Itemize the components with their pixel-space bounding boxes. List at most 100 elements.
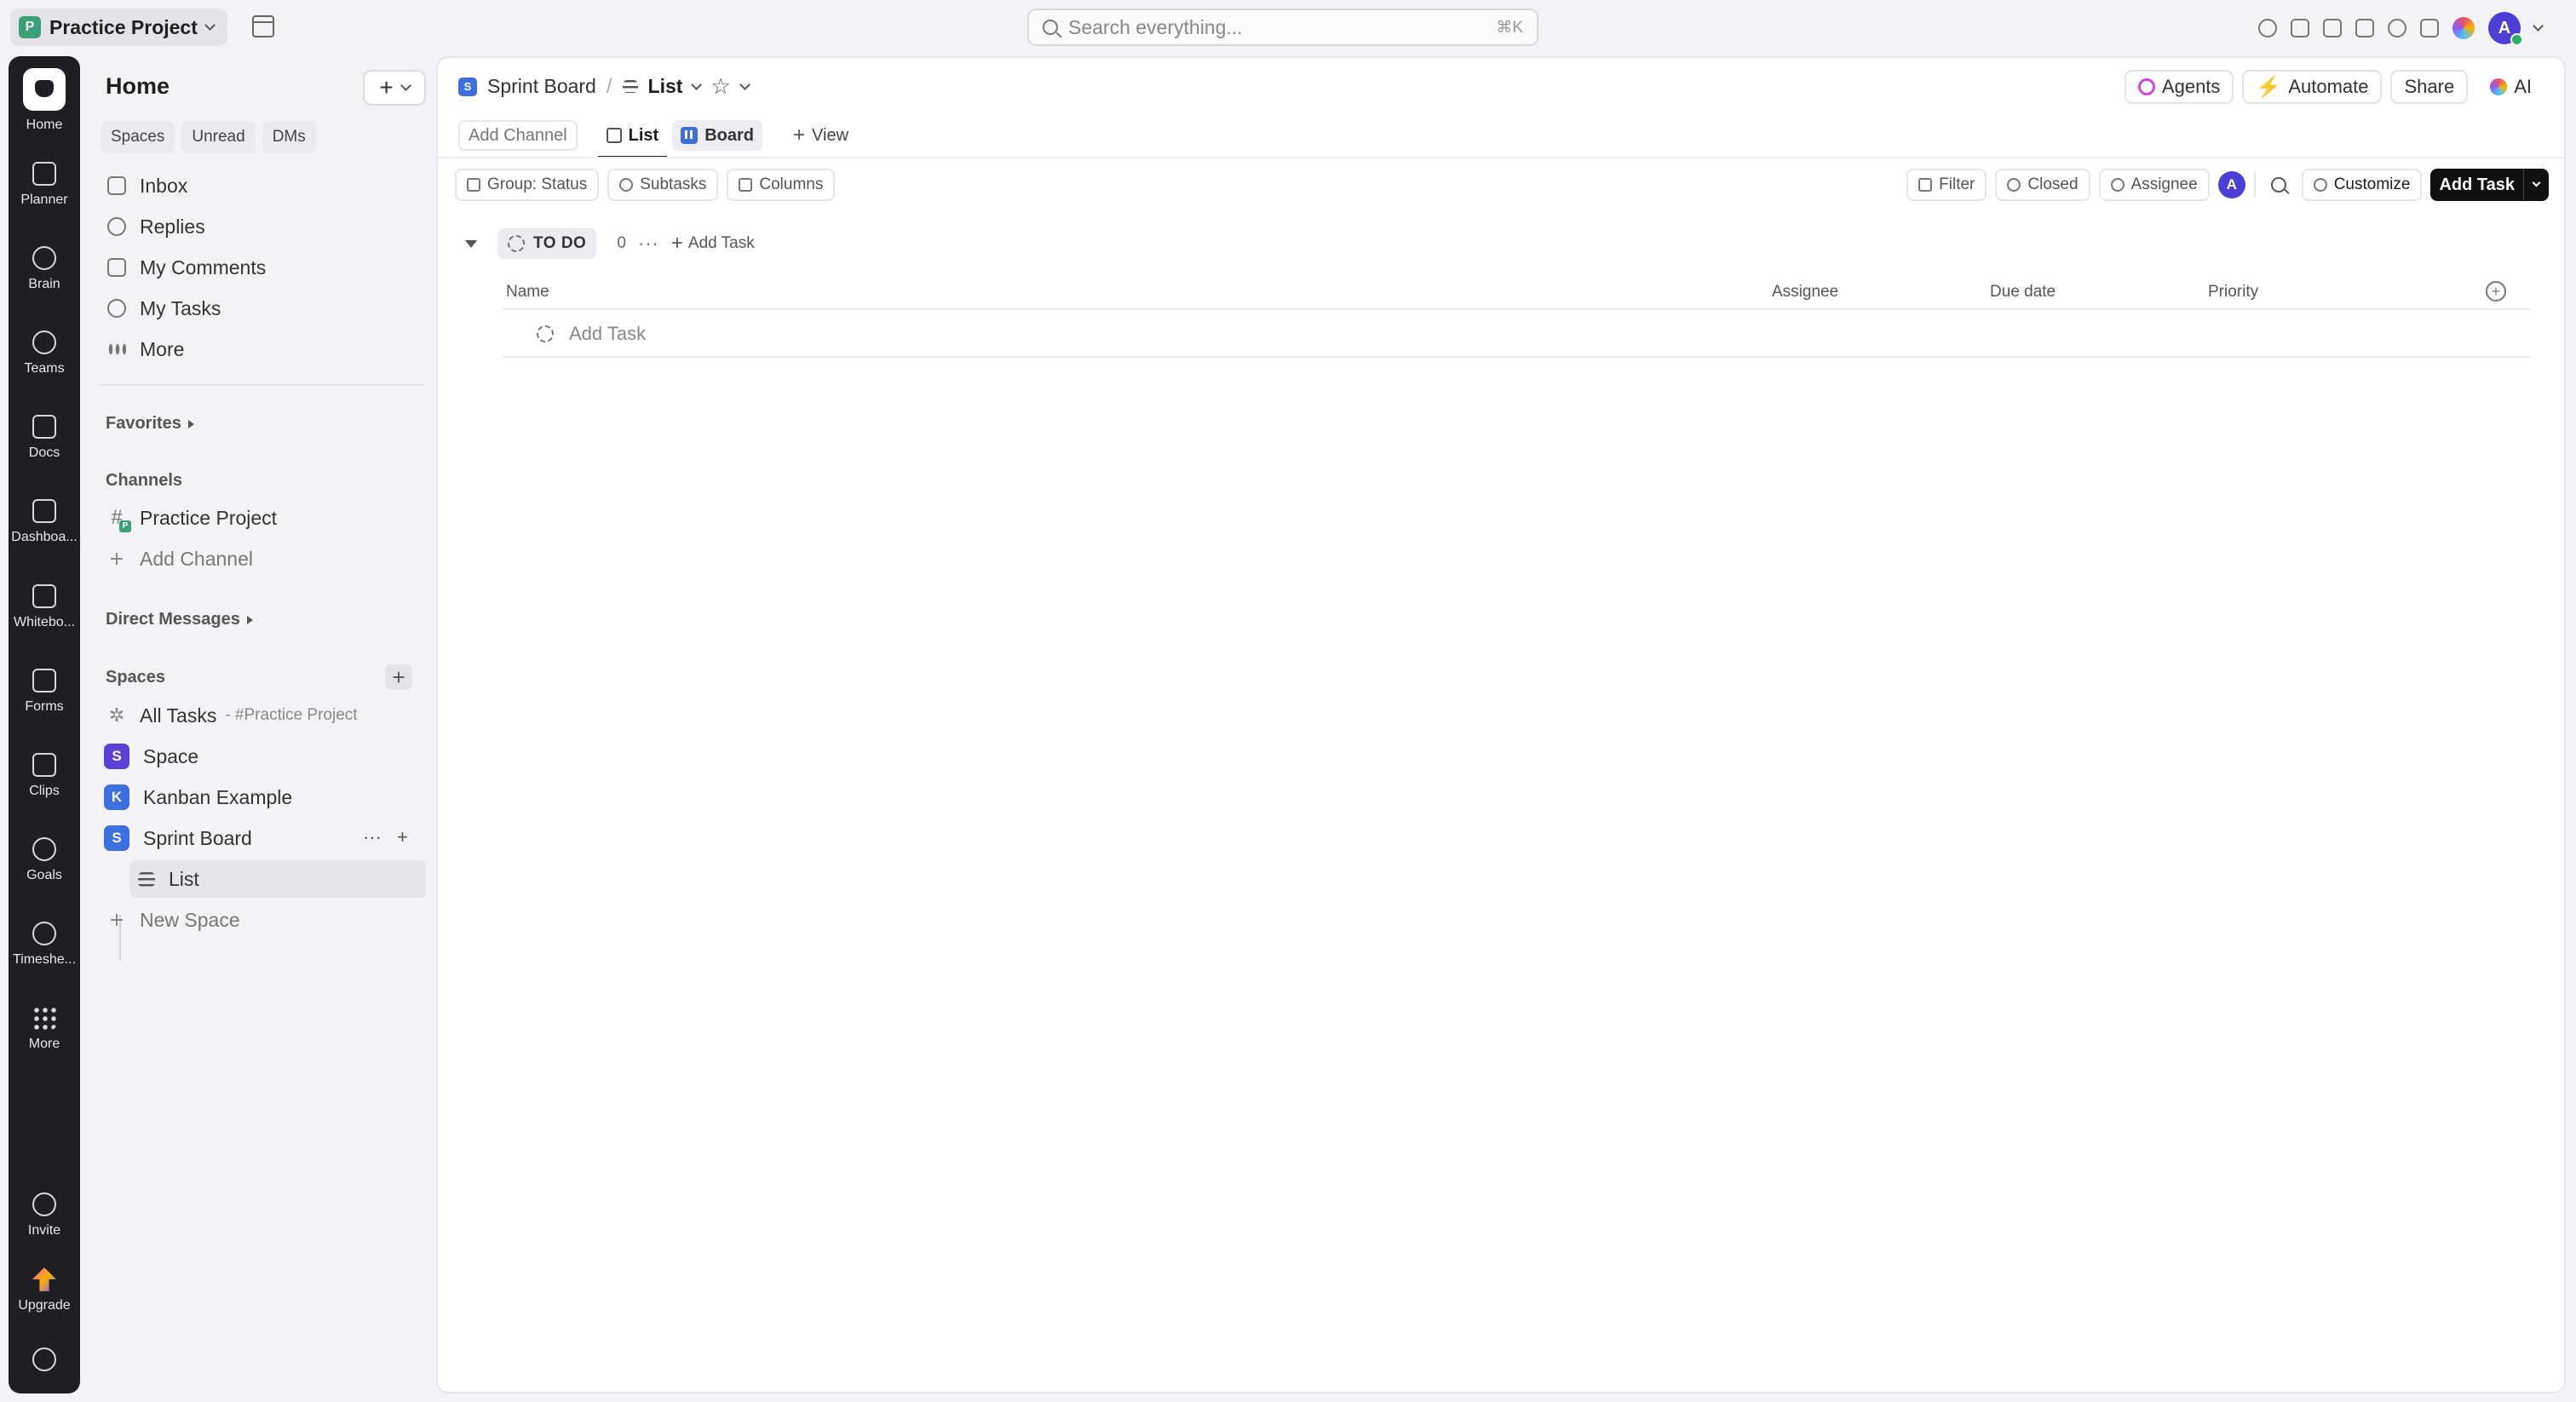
- tab-list-view[interactable]: List: [597, 120, 668, 158]
- new-space-item[interactable]: New Space: [99, 901, 426, 939]
- assignee-avatar[interactable]: A: [2217, 171, 2245, 198]
- top-icon-group: A: [2258, 12, 2544, 46]
- channel-item-practice-project[interactable]: # Practice Project: [99, 499, 426, 537]
- sidebar-item-all-tasks[interactable]: ✲ All Tasks - #Practice Project: [99, 697, 426, 734]
- rail-item-whiteboards[interactable]: Whitebo...: [9, 584, 80, 630]
- tab-board-view[interactable]: Board: [672, 120, 763, 151]
- rail-item-goals[interactable]: Goals: [9, 837, 80, 883]
- list-label: List: [169, 867, 199, 890]
- sidebar-item-label: My Comments: [140, 256, 267, 279]
- agents-button[interactable]: Agents: [2124, 70, 2234, 104]
- chevron-down-icon[interactable]: [2533, 20, 2544, 32]
- home-icon: [23, 68, 66, 111]
- sidebar-item-list[interactable]: List: [129, 860, 426, 898]
- tab-spaces[interactable]: Spaces: [101, 121, 175, 153]
- closed-button[interactable]: Closed: [1995, 169, 2090, 201]
- notepad-icon[interactable]: [2323, 19, 2342, 37]
- star-icon[interactable]: ☆: [710, 73, 730, 100]
- columns-button[interactable]: Columns: [727, 169, 836, 201]
- video-icon[interactable]: [2355, 19, 2374, 37]
- rail-label: Timeshe...: [12, 952, 77, 967]
- chevron-down-icon[interactable]: [691, 78, 703, 90]
- add-task-button[interactable]: Add Task: [2430, 169, 2549, 201]
- column-due-date[interactable]: Due date: [1990, 283, 2056, 302]
- breadcrumb-separator: /: [606, 74, 612, 98]
- add-view-button[interactable]: + View: [785, 120, 857, 151]
- add-channel-item[interactable]: Add Channel: [99, 540, 426, 577]
- rail-item-upgrade[interactable]: Upgrade: [9, 1267, 80, 1313]
- group-by-status-button[interactable]: Group: Status: [455, 169, 600, 201]
- spaces-header: Spaces: [106, 668, 165, 687]
- more-dots-icon[interactable]: ···: [638, 233, 659, 255]
- add-space-button[interactable]: +: [385, 664, 412, 690]
- calendar-icon: [32, 162, 56, 186]
- sidebar-item-my-comments[interactable]: My Comments: [99, 249, 426, 286]
- automate-label: Automate: [2288, 76, 2369, 97]
- column-priority[interactable]: Priority: [2208, 283, 2258, 302]
- column-assignee[interactable]: Assignee: [1772, 283, 1838, 302]
- breadcrumb-space[interactable]: Sprint Board: [487, 75, 596, 98]
- plus-icon[interactable]: +: [397, 826, 408, 848]
- rail-item-more[interactable]: More: [9, 1006, 80, 1052]
- sidebar-item-my-tasks[interactable]: My Tasks: [99, 290, 426, 327]
- rail-item-planner[interactable]: Planner: [9, 162, 80, 208]
- rail-item-brain[interactable]: Brain: [9, 246, 80, 292]
- filter-button[interactable]: Filter: [1906, 169, 1987, 201]
- user-avatar[interactable]: A: [2488, 12, 2523, 46]
- search-tasks-button[interactable]: [2264, 170, 2293, 199]
- whiteboard-icon: [32, 584, 56, 608]
- create-new-button[interactable]: +: [363, 70, 426, 106]
- plus-icon: +: [670, 232, 683, 255]
- add-channel-button[interactable]: Add Channel: [458, 120, 578, 151]
- rail-item-teams[interactable]: Teams: [9, 330, 80, 376]
- space-item-kanban-example[interactable]: K Kanban Example: [99, 779, 426, 816]
- rail-item-home[interactable]: Home: [9, 68, 80, 133]
- tab-dms[interactable]: DMs: [262, 121, 316, 153]
- add-task-dropdown[interactable]: [2523, 169, 2549, 201]
- sidebar-item-replies[interactable]: Replies: [99, 208, 426, 245]
- rail-item-clips[interactable]: Clips: [9, 753, 80, 799]
- group-add-task-button[interactable]: + Add Task: [671, 232, 755, 256]
- collapse-caret-icon[interactable]: [465, 239, 477, 248]
- global-search[interactable]: Search everything... ⌘K: [1027, 9, 1538, 46]
- direct-messages-header[interactable]: Direct Messages: [106, 610, 253, 629]
- help-icon: [32, 1347, 56, 1371]
- rail-item-docs[interactable]: Docs: [9, 415, 80, 461]
- plus-icon: +: [379, 74, 394, 101]
- invite-user-icon: [32, 1192, 56, 1216]
- alarm-icon[interactable]: [2388, 19, 2406, 37]
- rail-item-help[interactable]: [9, 1347, 80, 1371]
- rail-item-forms[interactable]: Forms: [9, 669, 80, 715]
- status-badge[interactable]: TO DO: [497, 228, 597, 259]
- rail-item-dashboards[interactable]: Dashboa...: [9, 499, 80, 545]
- add-task-row[interactable]: Add Task: [503, 312, 2530, 358]
- more-dots-icon[interactable]: ···: [363, 826, 382, 848]
- document-icon[interactable]: [2420, 19, 2439, 37]
- automate-button[interactable]: ⚡ Automate: [2242, 70, 2383, 104]
- subtasks-button[interactable]: Subtasks: [607, 169, 719, 201]
- favorites-header[interactable]: Favorites: [106, 414, 194, 434]
- sidebar-item-label: Inbox: [140, 174, 188, 197]
- ai-flower-icon[interactable]: [2452, 17, 2475, 39]
- share-button[interactable]: Share: [2390, 70, 2469, 104]
- sidebar-item-more[interactable]: More: [99, 330, 426, 368]
- workspace-switcher[interactable]: P Practice Project: [10, 9, 227, 46]
- breadcrumb: S Sprint Board / List ☆: [458, 73, 750, 100]
- space-item-space[interactable]: S Space: [99, 738, 426, 775]
- tab-unread[interactable]: Unread: [181, 121, 256, 153]
- inbox-icon[interactable]: [2291, 19, 2309, 37]
- assignee-button[interactable]: Assignee: [2098, 169, 2210, 201]
- check-circle-icon[interactable]: [2258, 19, 2277, 37]
- rail-item-invite[interactable]: Invite: [9, 1192, 80, 1238]
- rail-item-timesheets[interactable]: Timeshe...: [9, 922, 80, 968]
- video-icon: [32, 753, 56, 777]
- chevron-down-icon[interactable]: [739, 78, 750, 90]
- calendar-icon[interactable]: [252, 15, 274, 37]
- customize-button[interactable]: Customize: [2301, 169, 2423, 201]
- sidebar-item-inbox[interactable]: Inbox: [99, 167, 426, 204]
- column-name[interactable]: Name: [506, 283, 549, 302]
- list-icon: [622, 80, 638, 93]
- add-column-icon[interactable]: +: [2486, 281, 2506, 302]
- breadcrumb-list[interactable]: List: [648, 75, 683, 98]
- ai-button[interactable]: AI: [2476, 70, 2545, 104]
